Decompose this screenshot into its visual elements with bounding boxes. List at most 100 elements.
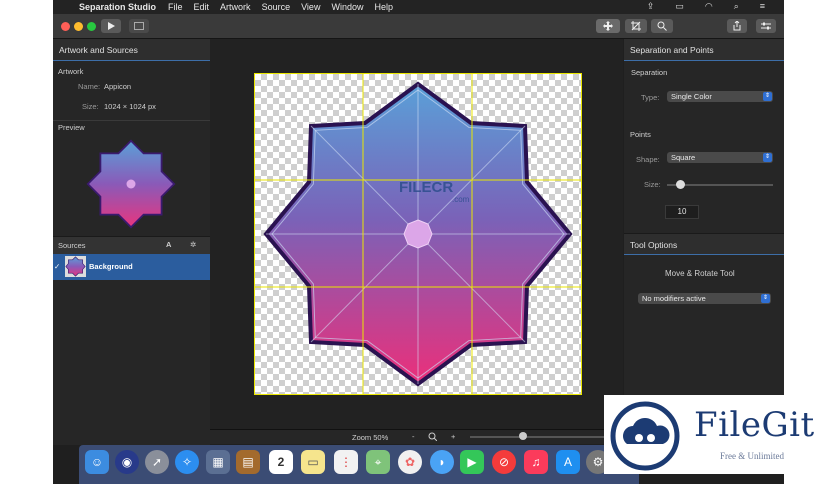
magnifier-icon xyxy=(657,21,667,31)
zoom-magnifier-icon[interactable] xyxy=(428,432,437,441)
zoom-slider-track[interactable] xyxy=(470,436,610,438)
filecr-watermark-sub: .com xyxy=(452,195,470,204)
menu-artwork[interactable]: Artwork xyxy=(220,2,251,12)
menu-window[interactable]: Window xyxy=(331,2,363,12)
dock: ☺ ◉ ➚ ✧ ▦ ▤ 2 ▭ ⋮ ⌖ ✿ ◗ ▶ ⊘ ♫ A ⚙ xyxy=(79,445,639,484)
zoom-in-button[interactable]: + xyxy=(451,432,455,441)
source-thumbnail xyxy=(65,256,86,277)
play-icon xyxy=(108,22,115,30)
calendar-icon[interactable]: 2 xyxy=(269,450,293,474)
chevron-updown-icon: ⇕ xyxy=(763,92,772,101)
zoom-window-button[interactable] xyxy=(87,22,96,31)
sources-font-button[interactable]: A xyxy=(166,240,171,249)
panel-toggle-button[interactable] xyxy=(129,19,149,33)
photo-icon[interactable]: ▦ xyxy=(206,450,230,474)
zoom-out-button[interactable]: - xyxy=(412,432,415,441)
maps-icon[interactable]: ⌖ xyxy=(366,450,390,474)
calendar-day: 2 xyxy=(277,455,285,469)
canvas-area[interactable]: FILECR .com xyxy=(210,39,623,429)
shape-label: Shape: xyxy=(636,155,660,164)
wifi-icon[interactable]: ◠ xyxy=(705,1,713,12)
messages-icon[interactable]: ◗ xyxy=(430,450,454,474)
source-name: Background xyxy=(89,262,133,271)
filegit-logo-icon xyxy=(610,401,680,471)
panel-icon xyxy=(134,22,144,30)
sources-settings-icon[interactable]: ✲ xyxy=(190,240,196,249)
sources-header: Sources A ✲ xyxy=(53,236,210,254)
artwork-section-label: Artwork xyxy=(58,67,84,76)
inspector-toggle-button[interactable] xyxy=(756,19,776,33)
appstore-icon[interactable]: A xyxy=(556,450,580,474)
type-select[interactable]: Single Color ⇕ xyxy=(667,91,773,102)
divider xyxy=(53,120,210,121)
artwork-size-value: 1024 × 1024 px xyxy=(104,102,156,111)
control-center-icon[interactable]: ≡ xyxy=(760,1,765,12)
move-tool-button[interactable] xyxy=(596,19,620,33)
menu-help[interactable]: Help xyxy=(374,2,393,12)
news-icon[interactable]: ⊘ xyxy=(492,450,516,474)
spotlight-icon[interactable]: ⌕ xyxy=(734,1,739,12)
share-icon xyxy=(733,21,741,31)
stickies-icon[interactable]: ▭ xyxy=(301,450,325,474)
menu-app-name[interactable]: Separation Studio xyxy=(79,2,156,12)
siri-icon[interactable]: ◉ xyxy=(115,450,139,474)
finder-icon[interactable]: ☺ xyxy=(85,450,109,474)
tool-name-label: Move & Rotate Tool xyxy=(665,269,735,278)
artwork-name-value[interactable]: Appicon xyxy=(104,82,131,91)
tool-options-header: Tool Options xyxy=(624,233,784,255)
reminders-icon[interactable]: ⋮ xyxy=(334,450,358,474)
minimize-window-button[interactable] xyxy=(74,22,83,31)
safari-icon[interactable]: ✧ xyxy=(175,450,199,474)
play-button[interactable] xyxy=(101,19,121,33)
move-arrows-icon xyxy=(603,21,613,31)
shape-select[interactable]: Square ⇕ xyxy=(667,152,773,163)
menu-view[interactable]: View xyxy=(301,2,320,12)
chevron-updown-icon: ⇕ xyxy=(761,294,770,303)
window-toolbar xyxy=(53,14,784,39)
menu-file[interactable]: File xyxy=(168,2,183,12)
menu-edit[interactable]: Edit xyxy=(194,2,210,12)
size-label: Size: xyxy=(82,102,99,111)
shape-value: Square xyxy=(671,153,696,162)
separation-section-label: Separation xyxy=(631,68,668,77)
facetime-icon[interactable]: ▶ xyxy=(460,450,484,474)
menu-bar: Separation Studio File Edit Artwork Sour… xyxy=(53,0,784,14)
chevron-updown-icon: ⇕ xyxy=(763,153,772,162)
launchpad-icon[interactable]: ➚ xyxy=(145,450,169,474)
source-row-background[interactable]: ✓ Background xyxy=(53,254,210,280)
center-gem xyxy=(403,219,433,249)
sliders-icon xyxy=(761,22,771,30)
modifiers-select[interactable]: No modifiers active ⇕ xyxy=(638,293,771,304)
zoom-label: Zoom 50% xyxy=(352,433,389,442)
zoom-bar: Zoom 50% - + xyxy=(210,429,623,444)
zoom-tool-button[interactable] xyxy=(651,19,673,33)
filecr-watermark: FILECR xyxy=(399,179,453,196)
close-window-button[interactable] xyxy=(61,22,70,31)
photos-icon[interactable]: ✿ xyxy=(398,450,422,474)
point-size-label: Size: xyxy=(644,180,661,189)
points-section-label: Points xyxy=(630,130,651,139)
type-label: Type: xyxy=(641,93,660,102)
crop-tool-button[interactable] xyxy=(625,19,647,33)
left-sidebar: Artwork and Sources Artwork Name: Appico… xyxy=(53,39,210,445)
menu-source[interactable]: Source xyxy=(262,2,291,12)
artwork-preview-thumbnail xyxy=(86,139,176,229)
artboard[interactable]: FILECR .com xyxy=(254,73,582,395)
point-size-field[interactable]: 10 xyxy=(665,205,699,219)
music-icon[interactable]: ♫ xyxy=(524,450,548,474)
status-icons: ⇪ ▭ ◠ ⌕ ≡ xyxy=(647,1,776,12)
separation-points-header: Separation and Points xyxy=(624,39,784,61)
share-button[interactable] xyxy=(727,19,747,33)
artwork-sources-header: Artwork and Sources xyxy=(53,39,210,61)
point-size-slider-knob[interactable] xyxy=(675,180,685,189)
crop-icon xyxy=(631,21,641,31)
sync-icon[interactable]: ⇪ xyxy=(647,1,655,12)
display-icon[interactable]: ▭ xyxy=(675,1,684,12)
zoom-slider-knob[interactable] xyxy=(519,432,528,440)
name-label: Name: xyxy=(78,82,101,91)
preview-label: Preview xyxy=(58,123,85,132)
notes-book-icon[interactable]: ▤ xyxy=(236,450,260,474)
checkmark-icon[interactable]: ✓ xyxy=(54,262,60,271)
artwork-canvas[interactable]: FILECR .com xyxy=(255,74,581,394)
modifiers-value: No modifiers active xyxy=(642,294,706,303)
